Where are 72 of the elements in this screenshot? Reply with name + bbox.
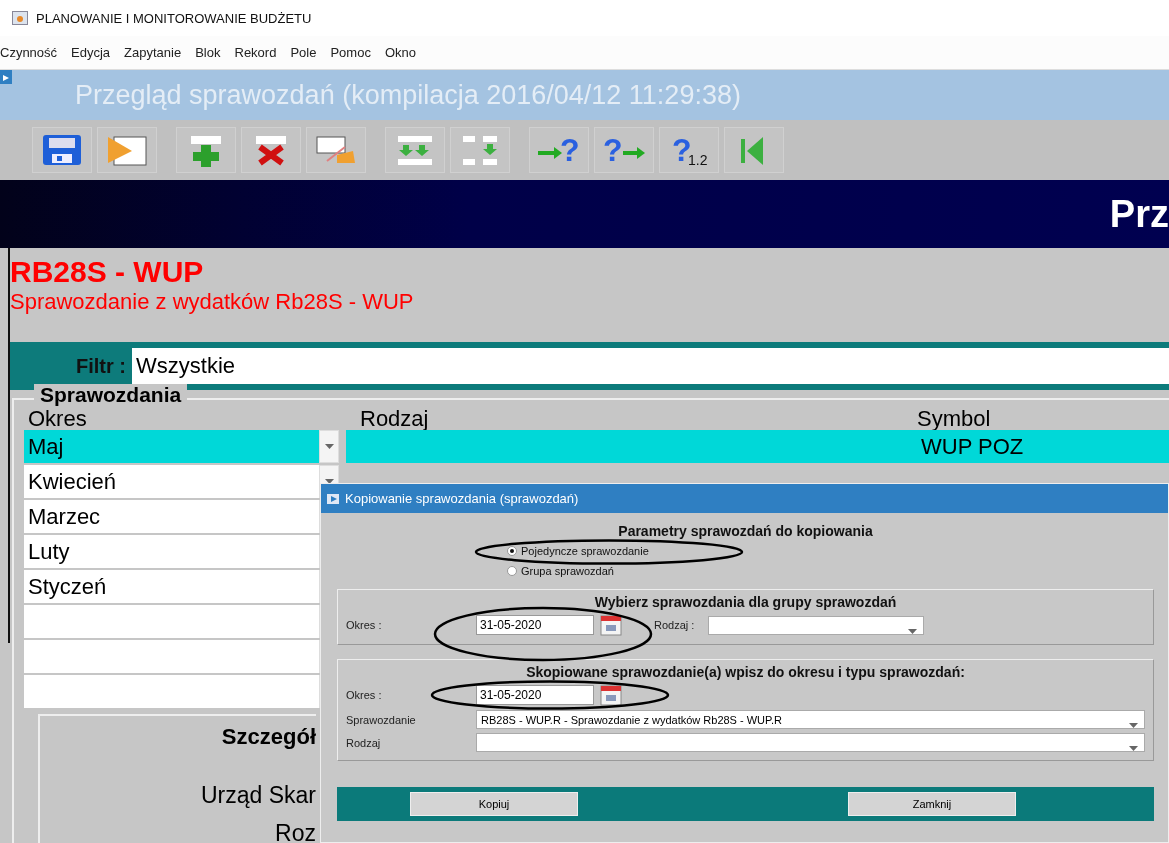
section-heading: Parametry sprawozdań do kopiowania	[617, 523, 874, 539]
menu-item[interactable]: Pomoc	[330, 45, 371, 60]
date-field[interactable]: 31-05-2020	[476, 615, 594, 635]
banner-title: Prz	[1109, 192, 1169, 236]
radio-dot-icon	[510, 549, 514, 553]
column-header: Symbol	[917, 408, 992, 430]
dropdown-arrow-icon	[908, 628, 917, 634]
form-title: Przegląd sprawozdań (kompilacja 2016/04/12 11:29:38)	[75, 79, 741, 111]
window-title: PLANOWANIE I MONITOROWANIE BUDŻETU	[36, 10, 312, 26]
menu-item[interactable]: Rekord	[234, 45, 277, 60]
toolbar-button[interactable]	[385, 127, 445, 173]
toolbar-button[interactable]	[32, 127, 92, 173]
radio-button[interactable]	[507, 546, 517, 556]
dialog-title: Kopiowanie sprawozdania (sprawozdań)	[345, 491, 579, 506]
dropdown-arrow-icon	[1129, 746, 1138, 751]
period-field[interactable]: Styczeń	[24, 570, 319, 603]
section-heading: Wybierz sprawozdania dla grupy sprawozdań	[593, 594, 898, 610]
dropdown-arrow-icon	[324, 444, 334, 449]
type-select[interactable]	[476, 733, 1145, 752]
report-code: RB28S - WUP	[10, 256, 205, 288]
menu-item[interactable]: Pole	[290, 45, 317, 60]
report-select[interactable]: RB28S - WUP.R - Sprawozdanie z wydatków Rb28S - WUP.R	[476, 710, 1145, 729]
menu-item[interactable]: Okno	[384, 45, 416, 60]
field-label: Sprawozdanie	[346, 713, 417, 726]
details-title: Szczegół	[221, 724, 316, 750]
filter-field[interactable]: Wszystkie	[132, 348, 1169, 384]
radio-label: Grupa sprawozdań	[521, 565, 614, 577]
dialog-button[interactable]: Zamknij	[848, 792, 1016, 816]
date-field[interactable]: 31-05-2020	[476, 685, 594, 705]
toolbar-button[interactable]	[241, 127, 301, 173]
toolbar-button[interactable]	[450, 127, 510, 173]
menu-item[interactable]: Zapytanie	[124, 45, 182, 60]
calendar-icon[interactable]	[600, 684, 622, 706]
details-label: Urząd Skar	[200, 781, 316, 810]
column-header: Rodzaj	[359, 408, 430, 430]
field-label: Rodzaj :	[653, 619, 696, 631]
field-label: Okres :	[346, 619, 383, 631]
menu-item[interactable]: Czynność	[0, 45, 58, 60]
field-label: Okres :	[346, 689, 383, 701]
radio-option[interactable]: Pojedyncze sprawozdanie	[507, 541, 1154, 561]
dialog-button[interactable]: Kopiuj	[410, 792, 578, 816]
app-icon	[12, 11, 28, 25]
radio-label: Pojedyncze sprawozdanie	[521, 545, 649, 557]
type-field[interactable]	[346, 430, 917, 463]
radio-option[interactable]: Grupa sprawozdań	[507, 561, 1154, 581]
field-label: Rodzaj	[346, 736, 382, 749]
period-field[interactable]: Luty	[24, 535, 319, 568]
dropdown-button[interactable]	[319, 430, 339, 463]
period-field[interactable]: Maj	[24, 430, 319, 463]
toolbar-button[interactable]	[306, 127, 366, 173]
radio-button[interactable]	[507, 566, 517, 576]
dropdown-arrow-icon	[324, 479, 334, 484]
dropdown-arrow-icon	[1129, 723, 1138, 728]
period-field[interactable]	[24, 675, 319, 708]
details-label: Roz	[275, 819, 316, 843]
section-heading: Skopiowane sprawozdanie(a) wpisz do okresu i typu sprawozdań:	[525, 664, 966, 680]
type-select[interactable]	[708, 615, 924, 635]
form-icon	[327, 493, 339, 504]
calendar-icon[interactable]	[600, 614, 622, 636]
period-field[interactable]	[24, 640, 319, 673]
period-field[interactable]	[24, 605, 319, 638]
menu-item[interactable]: Edycja	[71, 45, 111, 60]
period-field[interactable]: Kwiecień	[24, 465, 319, 498]
period-field[interactable]: Marzec	[24, 500, 319, 533]
toolbar-button[interactable]	[176, 127, 236, 173]
symbol-field[interactable]: WUP POZ	[917, 430, 1169, 463]
report-name: Sprawozdanie z wydatków Rb28S - WUP	[10, 288, 415, 316]
column-header: Okres	[27, 408, 88, 430]
toolbar-button[interactable]	[97, 127, 157, 173]
menu-item[interactable]: Blok	[195, 45, 221, 60]
group-title: Sprawozdania	[34, 384, 188, 406]
filter-label: Filtr :	[76, 354, 126, 378]
